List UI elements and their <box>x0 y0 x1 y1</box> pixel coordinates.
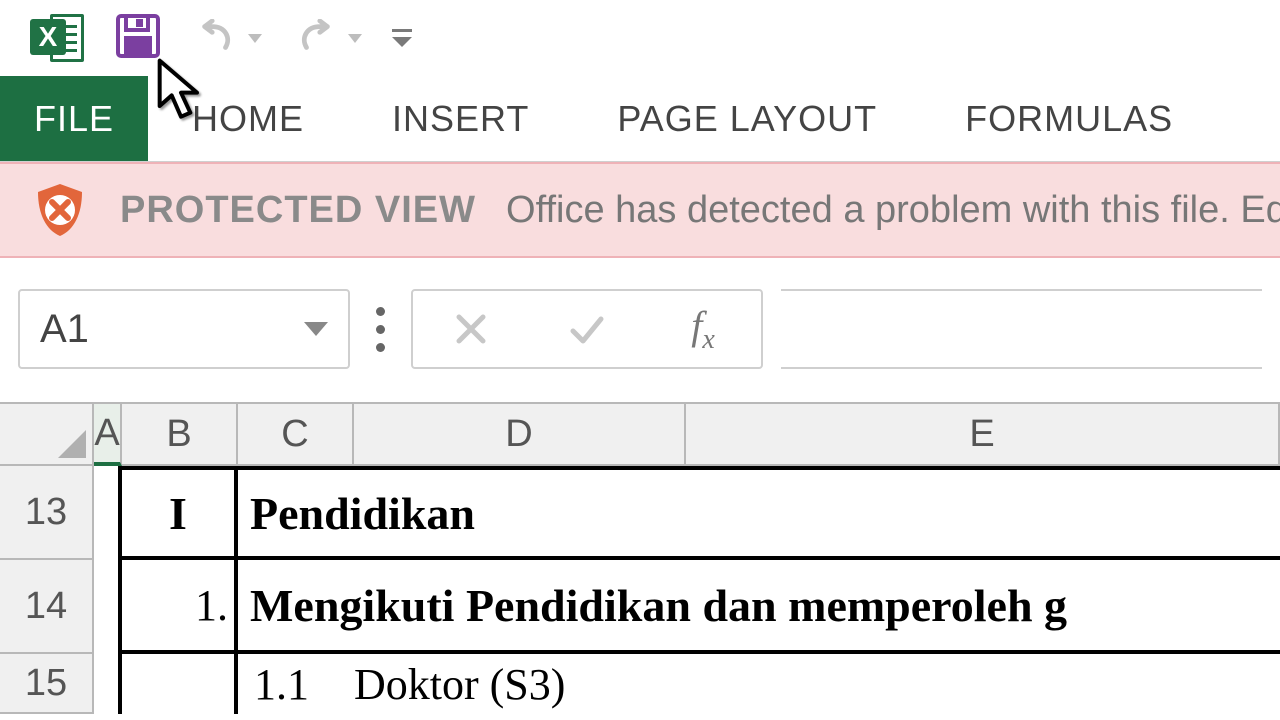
table-row: 15 1.1 Doktor (S3) <box>0 654 1280 714</box>
protected-view-bar: PROTECTED VIEW Office has detected a pro… <box>0 162 1280 258</box>
chevron-down-icon[interactable] <box>348 34 362 43</box>
tab-insert[interactable]: INSERT <box>348 76 573 161</box>
formula-bar: A1 fx <box>0 286 1280 372</box>
row-header-15[interactable]: 15 <box>0 654 94 714</box>
column-header-a[interactable]: A <box>94 402 122 466</box>
formula-input[interactable] <box>781 289 1262 369</box>
column-header-d[interactable]: D <box>354 402 686 466</box>
table-row: 14 1. Mengikuti Pendidikan dan memperole… <box>0 560 1280 654</box>
table-row: 13 I Pendidikan <box>0 466 1280 560</box>
tab-formulas[interactable]: FORMULAS <box>921 76 1217 161</box>
name-box[interactable]: A1 <box>18 289 350 369</box>
column-header-e[interactable]: E <box>686 402 1280 466</box>
column-header-c[interactable]: C <box>238 402 354 466</box>
chevron-down-icon[interactable] <box>304 322 328 336</box>
row-header-14[interactable]: 14 <box>0 560 94 654</box>
excel-app-icon: X <box>30 11 84 65</box>
cell-b13[interactable]: I <box>122 466 238 560</box>
chevron-down-icon[interactable] <box>248 34 262 43</box>
shield-warning-icon <box>30 180 90 240</box>
cell-b15[interactable] <box>122 654 238 714</box>
ribbon-tabs: FILE HOME INSERT PAGE LAYOUT FORMULAS <box>0 76 1280 162</box>
insert-function-button[interactable]: fx <box>645 291 761 367</box>
undo-button[interactable] <box>192 19 262 57</box>
tab-file[interactable]: FILE <box>0 76 148 161</box>
column-header-b[interactable]: B <box>122 402 238 466</box>
expand-formula-bar-icon[interactable] <box>368 307 393 352</box>
row-header-13[interactable]: 13 <box>0 466 94 560</box>
enter-formula-button[interactable] <box>529 291 645 367</box>
customize-qat-icon[interactable] <box>392 29 412 47</box>
quick-access-toolbar: X <box>0 0 1280 76</box>
cell-c15[interactable]: 1.1 Doktor (S3) <box>238 654 1280 714</box>
cell-c13[interactable]: Pendidikan <box>238 466 1280 560</box>
redo-button[interactable] <box>292 19 362 57</box>
save-icon[interactable] <box>114 12 162 65</box>
spreadsheet-grid[interactable]: A B C D E 13 I Pendidikan 14 1. Mengikut… <box>0 402 1280 714</box>
cell-b14[interactable]: 1. <box>122 560 238 654</box>
protected-view-title: PROTECTED VIEW <box>120 189 476 232</box>
column-headers: A B C D E <box>0 402 1280 466</box>
tab-home[interactable]: HOME <box>148 76 348 161</box>
name-box-value: A1 <box>40 307 89 352</box>
cancel-formula-button[interactable] <box>413 291 529 367</box>
cell-c14[interactable]: Mengikuti Pendidikan dan memperoleh g <box>238 560 1280 654</box>
tab-page-layout[interactable]: PAGE LAYOUT <box>573 76 921 161</box>
select-all-corner[interactable] <box>0 402 94 466</box>
protected-view-message: Office has detected a problem with this … <box>506 189 1280 232</box>
